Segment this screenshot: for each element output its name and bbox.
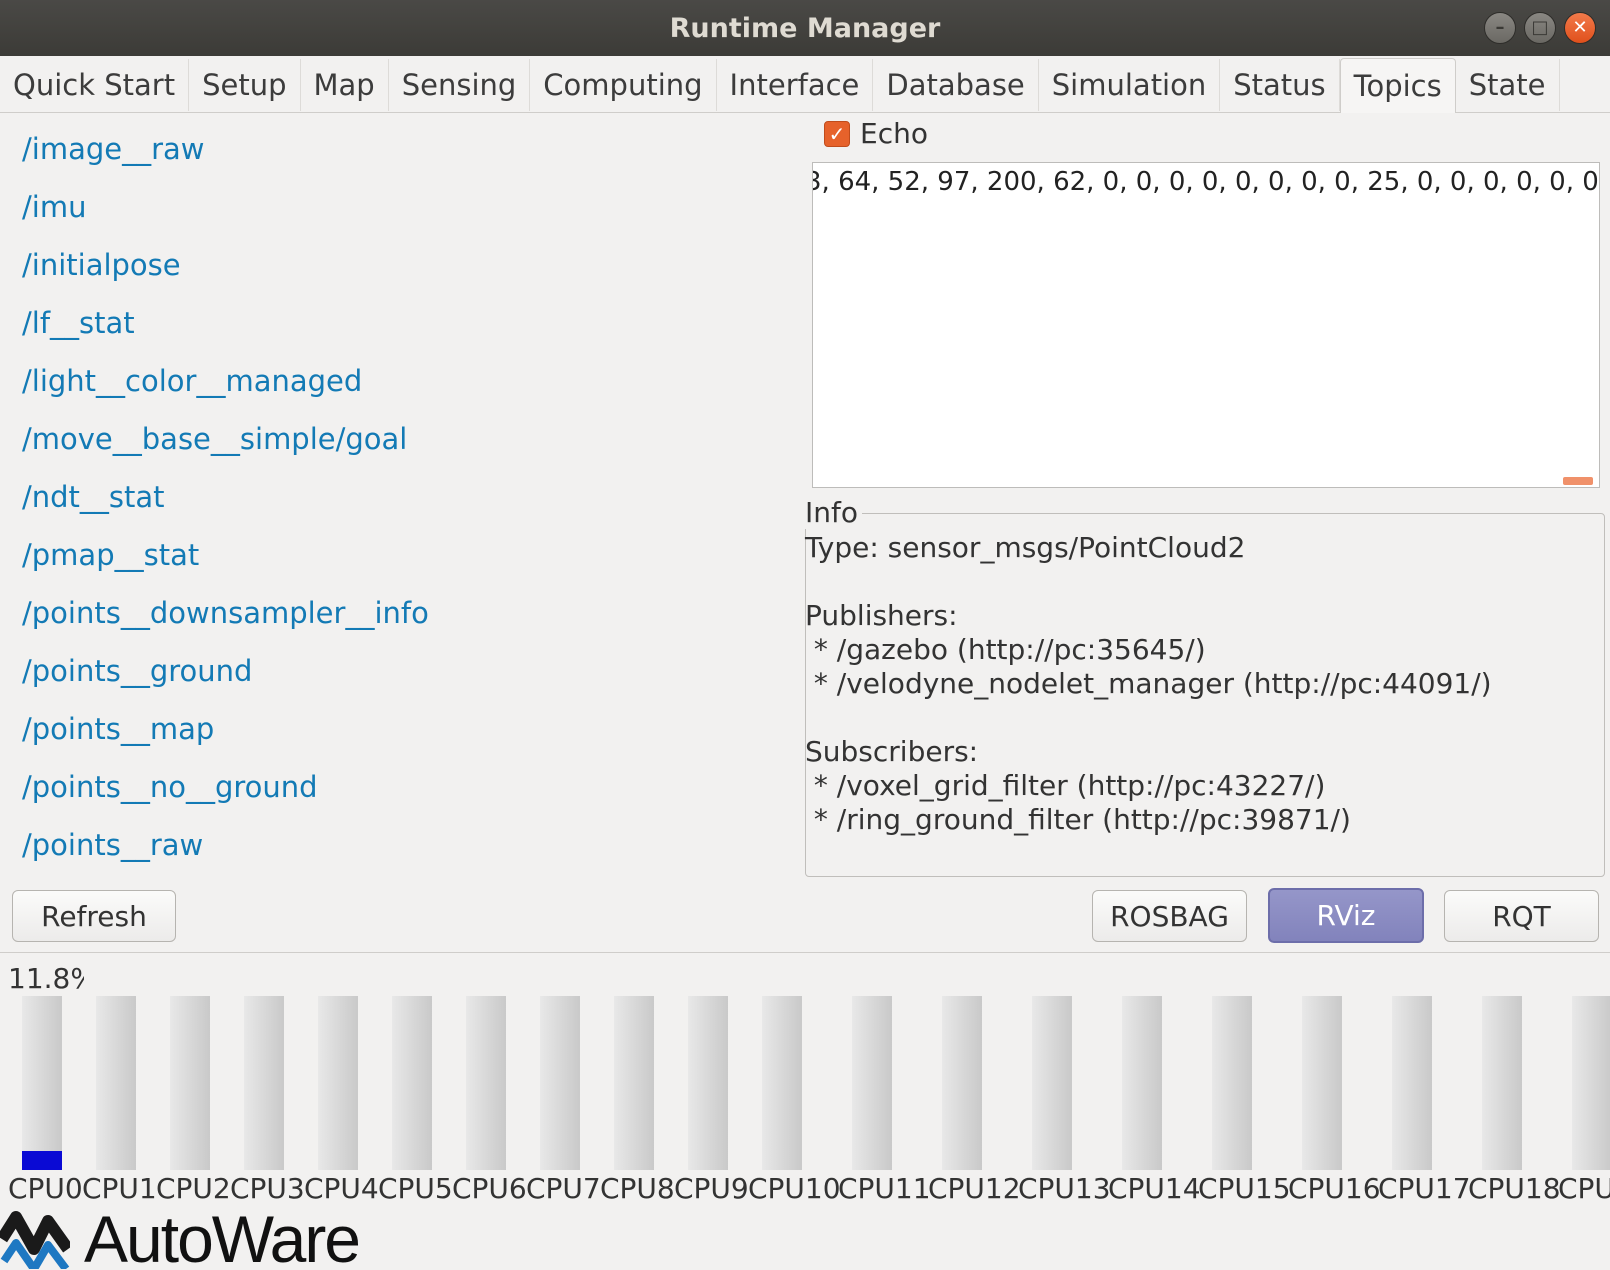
topic-link[interactable]: /move__base__simple/goal — [22, 410, 429, 468]
topic-link[interactable]: /points__no__ground — [22, 758, 429, 816]
cpu-bar — [96, 996, 136, 1170]
topic-link[interactable]: /points__map — [22, 700, 429, 758]
topic-link[interactable]: /light__color__managed — [22, 352, 429, 410]
publisher-item: * /velodyne_nodelet_manager (http://pc:4… — [805, 667, 1492, 700]
cpu-label: CPU19 — [1558, 1172, 1610, 1205]
divider — [0, 952, 1610, 953]
cpu-label: CPU15 — [1198, 1172, 1291, 1205]
cpu-bar — [1392, 996, 1432, 1170]
autoware-logo: AutoWare — [0, 1202, 361, 1270]
cpu-label: CPU17 — [1378, 1172, 1471, 1205]
tab-quick-start[interactable]: Quick Start — [0, 59, 190, 111]
cpu-bar — [762, 996, 802, 1170]
tab-computing[interactable]: Computing — [530, 59, 717, 111]
tab-interface[interactable]: Interface — [717, 59, 874, 111]
autoware-logo-icon — [0, 1211, 70, 1269]
rqt-button[interactable]: RQT — [1444, 890, 1599, 942]
info-legend: Info — [805, 496, 862, 529]
cpu-bar — [1482, 996, 1522, 1170]
cpu-bar — [466, 996, 506, 1170]
topic-list: /image__raw/imu/initialpose/lf__stat/lig… — [22, 120, 429, 874]
info-body: Type: sensor_msgs/PointCloud2 Publishers… — [805, 531, 1492, 837]
close-icon[interactable]: ✕ — [1564, 12, 1596, 44]
topic-link[interactable]: /points__ground — [22, 642, 429, 700]
cpu-bar — [22, 996, 62, 1170]
echo-checkbox-row[interactable]: ✓ Echo — [824, 117, 928, 150]
topic-link[interactable]: /image__raw — [22, 120, 429, 178]
minimize-icon[interactable]: – — [1484, 12, 1516, 44]
topic-link[interactable]: /ndt__stat — [22, 468, 429, 526]
cpu-label: CPU13 — [1018, 1172, 1111, 1205]
window-title: Runtime Manager — [669, 12, 941, 44]
cpu-label: CPU6 — [452, 1172, 527, 1205]
echo-output[interactable]: 3, 64, 52, 97, 200, 62, 0, 0, 0, 0, 0, 0… — [812, 162, 1600, 488]
cpu-label: CPU9 — [674, 1172, 749, 1205]
topic-link[interactable]: /points__raw — [22, 816, 429, 874]
tab-database[interactable]: Database — [873, 59, 1039, 111]
topic-link[interactable]: /pmap__stat — [22, 526, 429, 584]
tab-setup[interactable]: Setup — [189, 59, 301, 111]
echo-checkbox[interactable]: ✓ — [824, 120, 850, 147]
topic-link[interactable]: /imu — [22, 178, 429, 236]
cpu-total-percent: 11.8% — [8, 962, 84, 995]
cpu-bar — [540, 996, 580, 1170]
cpu-label: CPU18 — [1468, 1172, 1561, 1205]
tab-bar: Quick Start Setup Map Sensing Computing Inter… — [0, 56, 1610, 113]
publishers-label: Publishers: — [805, 599, 958, 632]
cpu-label: CPU11 — [838, 1172, 931, 1205]
tab-sensing[interactable]: Sensing — [389, 59, 531, 111]
cpu-label: CPU5 — [378, 1172, 453, 1205]
cpu-bar — [392, 996, 432, 1170]
topic-link[interactable]: /initialpose — [22, 236, 429, 294]
cpu-label: CPU10 — [748, 1172, 841, 1205]
cpu-bar — [1032, 996, 1072, 1170]
cpu-label: CPU8 — [600, 1172, 675, 1205]
subscribers-label: Subscribers: — [805, 735, 979, 768]
cpu-bar-fill — [22, 1151, 62, 1170]
rosbag-button[interactable]: ROSBAG — [1092, 890, 1247, 942]
tab-simulation[interactable]: Simulation — [1039, 59, 1221, 111]
logo-text: AutoWare — [84, 1202, 361, 1270]
window-controls: – □ ✕ — [1484, 12, 1596, 44]
rviz-button[interactable]: RViz — [1268, 888, 1424, 943]
cpu-label: CPU0 — [8, 1172, 83, 1205]
refresh-button[interactable]: Refresh — [12, 890, 176, 942]
cpu-label: CPU16 — [1288, 1172, 1381, 1205]
cpu-bar — [1122, 996, 1162, 1170]
tab-map[interactable]: Map — [301, 59, 389, 111]
echo-scrollbar[interactable] — [1563, 477, 1593, 485]
subscriber-item: * /ring_ground_filter (http://pc:39871/) — [805, 803, 1351, 836]
cpu-bar — [614, 996, 654, 1170]
subscriber-item: * /voxel_grid_filter (http://pc:43227/) — [805, 769, 1326, 802]
topic-link[interactable]: /points__downsampler__info — [22, 584, 429, 642]
cpu-bar — [688, 996, 728, 1170]
echo-label: Echo — [860, 117, 928, 150]
tab-state[interactable]: State — [1456, 59, 1560, 111]
cpu-label: CPU7 — [526, 1172, 601, 1205]
tab-topics[interactable]: Topics — [1339, 58, 1456, 113]
cpu-bar — [170, 996, 210, 1170]
tab-status[interactable]: Status — [1220, 59, 1340, 111]
cpu-bar — [318, 996, 358, 1170]
cpu-label: CPU12 — [928, 1172, 1021, 1205]
title-bar: Runtime Manager – □ ✕ — [0, 0, 1610, 56]
info-type: Type: sensor_msgs/PointCloud2 — [805, 531, 1246, 564]
maximize-icon[interactable]: □ — [1524, 12, 1556, 44]
cpu-bar — [1212, 996, 1252, 1170]
cpu-bar — [942, 996, 982, 1170]
cpu-bar — [1302, 996, 1342, 1170]
cpu-bar — [1572, 996, 1610, 1170]
cpu-bar — [852, 996, 892, 1170]
echo-text: 3, 64, 52, 97, 200, 62, 0, 0, 0, 0, 0, 0… — [812, 167, 1600, 197]
publisher-item: * /gazebo (http://pc:35645/) — [805, 633, 1206, 666]
cpu-label: CPU14 — [1108, 1172, 1201, 1205]
cpu-bar — [244, 996, 284, 1170]
cpu-bars — [0, 996, 1610, 1170]
topic-link[interactable]: /lf__stat — [22, 294, 429, 352]
